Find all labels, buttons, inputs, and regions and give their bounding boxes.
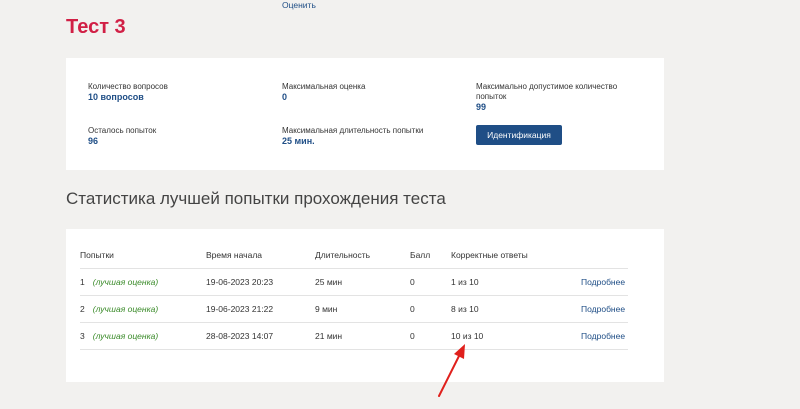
max-duration-info: Максимальная длительность попытки 25 мин… xyxy=(282,126,423,147)
attempt-number: 3 xyxy=(80,330,85,341)
correct-answers-cell: 8 из 10 xyxy=(451,295,581,323)
header-correct-answers: Корректные ответы xyxy=(451,243,581,269)
best-score-label: (лучшая оценка) xyxy=(92,303,159,314)
stats-card: Попытки Время начала Длительность Балл К… xyxy=(66,229,664,382)
questions-info: Количество вопросов 10 вопросов xyxy=(88,82,168,103)
header-attempts: Попытки xyxy=(80,243,206,269)
best-score-label: (лучшая оценка) xyxy=(92,276,159,287)
red-arrow-annotation xyxy=(438,344,465,397)
table-row: 3 (лучшая оценка) 28-08-2023 14:07 21 мин… xyxy=(80,322,628,350)
max-score-value: 0 xyxy=(282,92,288,102)
details-link[interactable]: Подробнее xyxy=(581,304,625,314)
correct-answers-cell: 1 из 10 xyxy=(451,268,581,296)
max-attempts-value: 99 xyxy=(476,102,487,112)
rate-link[interactable]: Оценить xyxy=(282,0,316,10)
header-score: Балл xyxy=(410,243,451,269)
max-duration-value: 25 мин. xyxy=(282,136,315,146)
questions-label: Количество вопросов xyxy=(88,82,168,91)
section-title: Статистика лучшей попытки прохождения те… xyxy=(66,189,446,208)
details-link[interactable]: Подробнее xyxy=(581,277,625,287)
remaining-label: Осталось попыток xyxy=(88,126,157,135)
attempts-table: Попытки Время начала Длительность Балл К… xyxy=(80,243,628,350)
remaining-info: Осталось попыток 96 xyxy=(88,126,156,147)
duration-cell: 21 мин xyxy=(315,322,410,350)
correct-answers-cell: 10 из 10 xyxy=(451,322,581,350)
attempt-cell: 1 (лучшая оценка) xyxy=(80,268,206,296)
score-cell: 0 xyxy=(410,295,451,323)
score-cell: 0 xyxy=(410,268,451,296)
header-duration: Длительность xyxy=(315,243,410,269)
max-duration-label: Максимальная длительность попытки xyxy=(282,126,424,135)
header-start-time: Время начала xyxy=(206,243,315,269)
best-score-label: (лучшая оценка) xyxy=(92,330,159,341)
attempt-number: 2 xyxy=(80,303,85,314)
remaining-value: 96 xyxy=(88,136,99,146)
attempt-cell: 2 (лучшая оценка) xyxy=(80,295,206,323)
duration-cell: 25 мин xyxy=(315,268,410,296)
page-title: Тест 3 xyxy=(66,16,126,38)
max-score-info: Максимальная оценка 0 xyxy=(282,82,365,103)
attempt-cell: 3 (лучшая оценка) xyxy=(80,322,206,350)
max-score-label: Максимальная оценка xyxy=(282,82,366,91)
table-row: 2 (лучшая оценка) 19-06-2023 21:22 9 мин … xyxy=(80,295,628,323)
questions-value: 10 вопросов xyxy=(88,92,144,102)
max-attempts-info: Максимально допустимое количество попыто… xyxy=(476,82,646,113)
details-link[interactable]: Подробнее xyxy=(581,331,625,341)
test-info-card: Количество вопросов 10 вопросов Максимал… xyxy=(66,58,664,170)
duration-cell: 9 мин xyxy=(315,295,410,323)
identification-button[interactable]: Идентификация xyxy=(476,125,562,145)
max-attempts-label: Максимально допустимое количество попыто… xyxy=(476,82,618,101)
table-row: 1 (лучшая оценка) 19-06-2023 20:23 25 мин… xyxy=(80,268,628,296)
start-time-cell: 19-06-2023 21:22 xyxy=(206,295,315,323)
start-time-cell: 28-08-2023 14:07 xyxy=(206,322,315,350)
table-header-row: Попытки Время начала Длительность Балл К… xyxy=(80,243,628,269)
attempt-number: 1 xyxy=(80,276,85,287)
start-time-cell: 19-06-2023 20:23 xyxy=(206,268,315,296)
